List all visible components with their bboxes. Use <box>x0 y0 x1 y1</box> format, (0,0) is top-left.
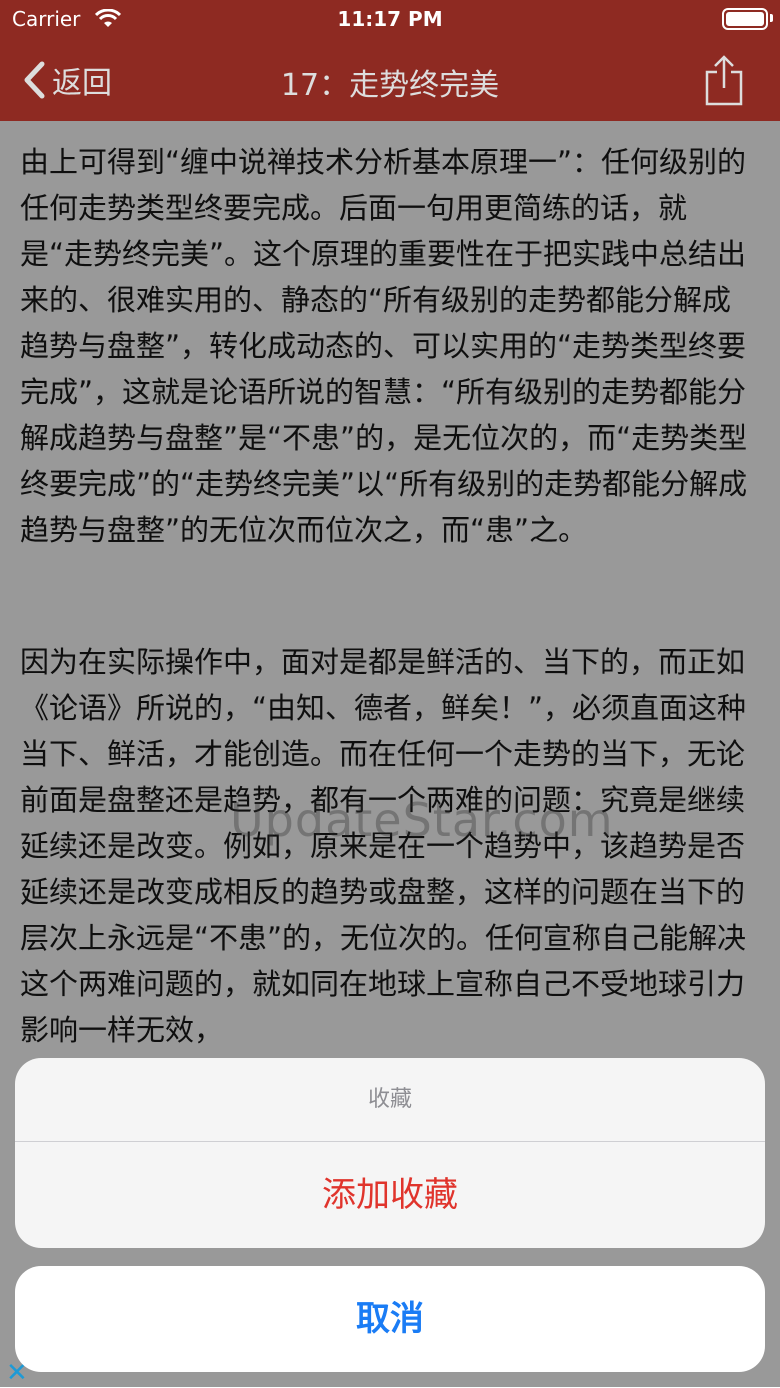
action-sheet-title: 收藏 <box>367 1087 412 1112</box>
action-sheet: 收藏 添加收藏 <box>15 1058 765 1248</box>
add-favorite-button[interactable]: 添加收藏 <box>15 1142 765 1248</box>
top-bar: Carrier 11:17 PM 返回 17：走势终完美 <box>0 0 780 121</box>
navigation-bar: 返回 17：走势终完美 <box>0 40 780 121</box>
page-title: 17：走势终完美 <box>280 68 500 103</box>
battery-icon <box>722 8 768 30</box>
share-icon[interactable] <box>704 54 744 106</box>
battery-tip <box>770 14 773 22</box>
cancel-button[interactable]: 取消 <box>15 1266 765 1372</box>
clock: 11:17 PM <box>337 7 443 31</box>
status-bar: Carrier 11:17 PM <box>0 0 780 40</box>
